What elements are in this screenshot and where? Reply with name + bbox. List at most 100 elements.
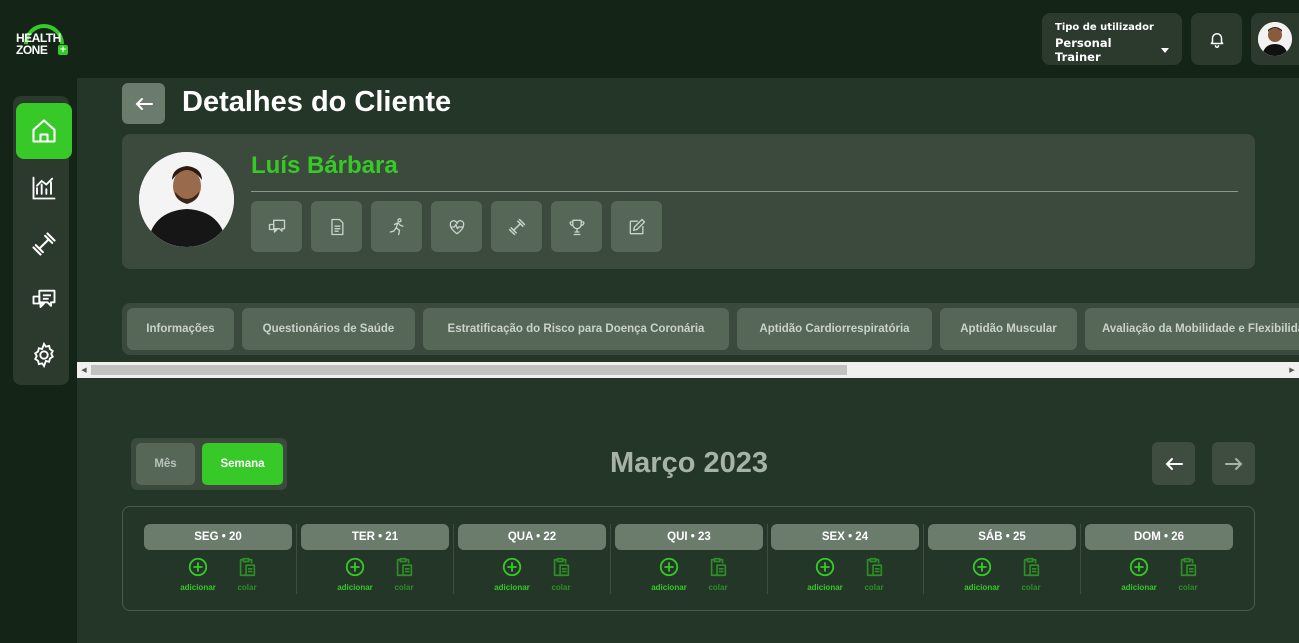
chevron-down-icon <box>1161 47 1169 53</box>
user-type-dropdown[interactable]: Tipo de utilizador Personal Trainer <box>1042 13 1182 65</box>
client-photo <box>139 152 234 247</box>
day-actions: adicionar colar <box>458 556 606 596</box>
day-separator <box>453 524 454 594</box>
plus-circle-icon <box>188 557 208 577</box>
day-header: QUA • 22 <box>458 524 606 550</box>
sidebar-item-workouts[interactable] <box>16 216 72 272</box>
plus-circle-icon <box>972 557 992 577</box>
paste-session-button[interactable]: colar <box>217 556 277 592</box>
user-type-value: Personal Trainer <box>1055 36 1169 64</box>
arrow-left-icon <box>1165 457 1183 470</box>
arrow-left-icon <box>135 97 153 110</box>
sidebar-nav <box>13 96 72 385</box>
view-week-button[interactable]: Semana <box>202 443 283 485</box>
chart-icon <box>32 176 56 200</box>
paste-session-button[interactable]: colar <box>844 556 904 592</box>
avatar <box>1258 22 1292 56</box>
paste-label: colar <box>864 583 884 592</box>
profile-button[interactable] <box>1251 13 1299 65</box>
tab-avaliacao-mobilidade[interactable]: Avaliação da Mobilidade e Flexibilidade <box>1085 308 1299 350</box>
client-workouts-button[interactable] <box>491 201 542 252</box>
sidebar-item-messages[interactable] <box>16 272 72 328</box>
day-actions: adicionar colar <box>1085 556 1233 596</box>
page-title: Detalhes do Cliente <box>182 86 452 118</box>
client-activity-button[interactable] <box>371 201 422 252</box>
day-actions: adicionar colar <box>301 556 449 596</box>
day-column: SEX • 24 adicionar colar <box>771 524 919 599</box>
day-separator <box>610 524 611 594</box>
tab-questionarios-saude[interactable]: Questionários de Saúde <box>242 308 415 350</box>
sidebar-item-home[interactable] <box>16 103 72 159</box>
clipboard-icon <box>553 557 570 577</box>
paste-label: colar <box>1021 583 1041 592</box>
logo-text-zone: ZONE <box>16 43 48 57</box>
previous-week-button[interactable] <box>1152 442 1195 485</box>
back-button[interactable] <box>122 83 165 124</box>
dumbbell-icon <box>32 232 56 256</box>
day-separator <box>923 524 924 594</box>
home-icon <box>32 119 56 143</box>
divider <box>251 191 1238 192</box>
tab-estratificacao-risco[interactable]: Estratificação do Risco para Doença Coro… <box>423 308 729 350</box>
paste-session-button[interactable]: colar <box>374 556 434 592</box>
calendar-month-label: Março 2023 <box>610 447 768 479</box>
health-zone-logo[interactable]: HEALTH ZONE + <box>15 15 73 73</box>
notifications-button[interactable] <box>1191 13 1242 65</box>
day-header: SÁB • 25 <box>928 524 1076 550</box>
day-header: QUI • 23 <box>615 524 763 550</box>
clipboard-icon <box>239 557 256 577</box>
day-actions: adicionar colar <box>144 556 292 596</box>
day-separator <box>1080 524 1081 594</box>
clipboard-icon <box>396 557 413 577</box>
paste-label: colar <box>551 583 571 592</box>
chat-icon <box>32 289 56 308</box>
client-goals-button[interactable] <box>551 201 602 252</box>
sidebar-item-statistics[interactable] <box>16 160 72 216</box>
tab-aptidao-muscular[interactable]: Aptidão Muscular <box>940 308 1077 350</box>
client-edit-button[interactable] <box>611 201 662 252</box>
plus-circle-icon <box>659 557 679 577</box>
sidebar-item-settings[interactable] <box>16 327 72 383</box>
day-column: SÁB • 25 adicionar colar <box>928 524 1076 599</box>
day-header: TER • 21 <box>301 524 449 550</box>
client-messages-button[interactable] <box>251 201 302 252</box>
paste-session-button[interactable]: colar <box>531 556 591 592</box>
scrollbar-thumb[interactable] <box>91 365 847 375</box>
paste-session-button[interactable]: colar <box>1158 556 1218 592</box>
tabs-bar: Informações Questionários de Saúde Estra… <box>122 303 1299 355</box>
paste-label: colar <box>1178 583 1198 592</box>
next-week-button[interactable] <box>1212 442 1255 485</box>
paste-session-button[interactable]: colar <box>1001 556 1061 592</box>
day-column: TER • 21 adicionar colar <box>301 524 449 599</box>
client-health-button[interactable] <box>431 201 482 252</box>
tab-aptidao-cardiorrespiratoria[interactable]: Aptidão Cardiorrespiratória <box>737 308 932 350</box>
day-column: SEG • 20 adicionar colar <box>144 524 292 599</box>
clipboard-icon <box>710 557 727 577</box>
client-documents-button[interactable] <box>311 201 362 252</box>
edit-icon <box>629 218 645 234</box>
plus-circle-icon <box>815 557 835 577</box>
day-separator <box>296 524 297 594</box>
tab-informacoes[interactable]: Informações <box>127 308 234 350</box>
document-icon <box>330 218 343 235</box>
scroll-right-arrow-icon[interactable]: ▶ <box>1288 365 1296 375</box>
day-actions: adicionar colar <box>928 556 1076 596</box>
day-actions: adicionar colar <box>615 556 763 596</box>
heart-rate-icon <box>449 219 464 234</box>
day-header: SEX • 24 <box>771 524 919 550</box>
clipboard-icon <box>1180 557 1197 577</box>
day-separator <box>767 524 768 594</box>
plus-circle-icon <box>345 557 365 577</box>
arrow-right-icon <box>1224 457 1242 470</box>
tabs-horizontal-scrollbar[interactable]: ◀ ▶ <box>77 362 1299 378</box>
gear-icon <box>34 341 54 369</box>
user-type-label: Tipo de utilizador <box>1055 22 1154 33</box>
logo-plus-icon: + <box>58 45 68 55</box>
day-column: DOM • 26 adicionar colar <box>1085 524 1233 599</box>
view-month-button[interactable]: Mês <box>136 443 195 485</box>
plus-circle-icon <box>1129 557 1149 577</box>
paste-label: colar <box>708 583 728 592</box>
scroll-left-arrow-icon[interactable]: ◀ <box>80 365 88 375</box>
user-type-value-text: Personal Trainer <box>1055 36 1112 64</box>
paste-session-button[interactable]: colar <box>688 556 748 592</box>
